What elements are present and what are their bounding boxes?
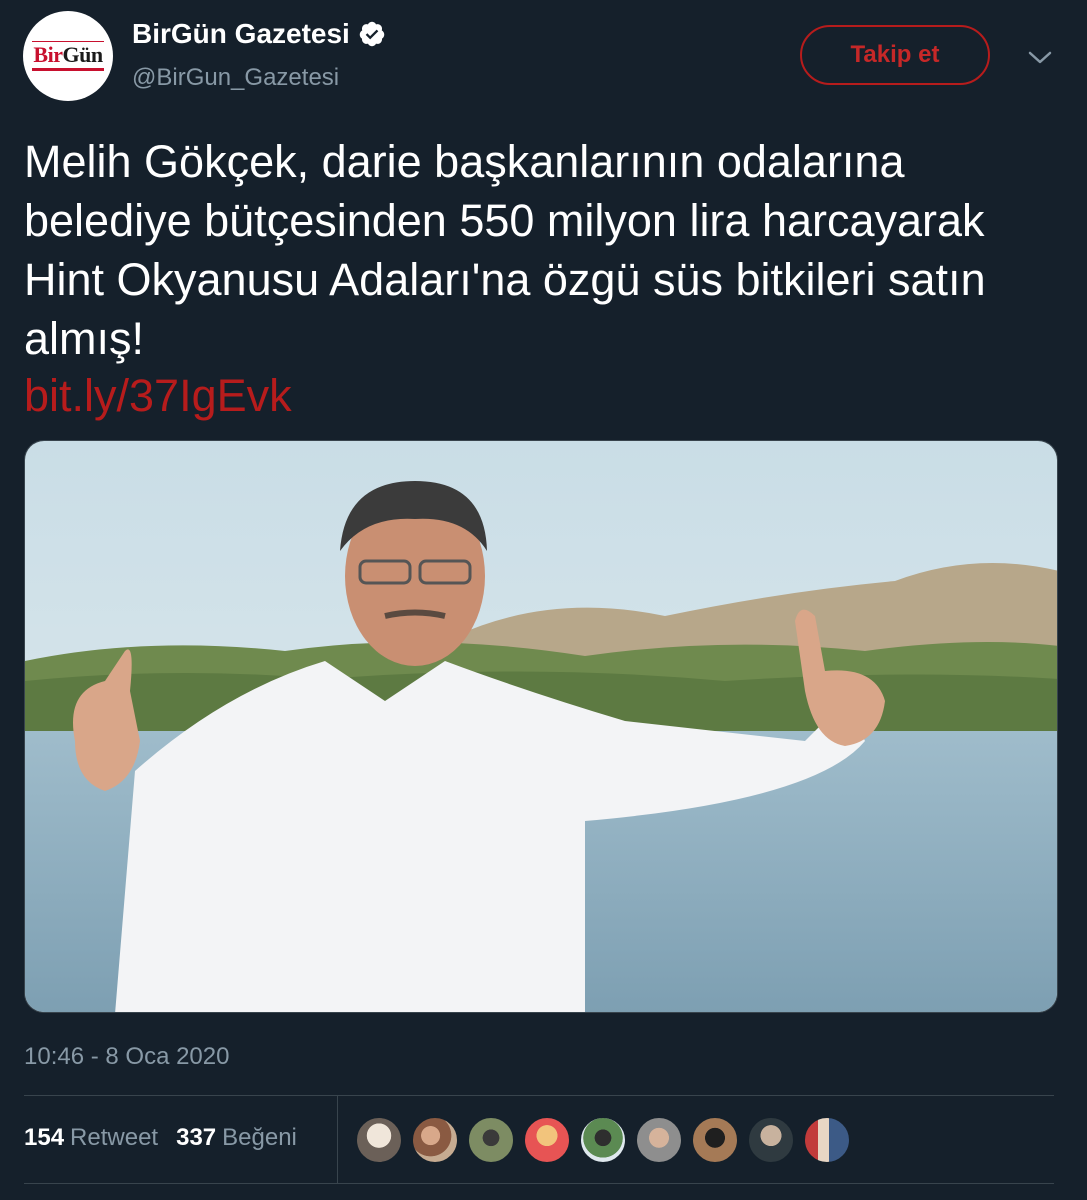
liker-avatar[interactable] — [412, 1117, 458, 1163]
birgun-logo: BirGün — [32, 41, 104, 71]
liker-avatar[interactable] — [524, 1117, 570, 1163]
like-label[interactable]: Beğeni — [222, 1124, 297, 1152]
liker-avatar[interactable] — [356, 1117, 402, 1163]
account-avatar[interactable]: BirGün — [23, 11, 113, 101]
tweet-text: Melih Gökçek, darie başkanlarının odalar… — [24, 136, 986, 364]
account-name-row[interactable]: BirGün Gazetesi — [132, 18, 386, 50]
display-name[interactable]: BirGün Gazetesi — [132, 18, 350, 50]
stats-separator — [337, 1096, 338, 1184]
retweet-count[interactable]: 154 — [24, 1124, 64, 1152]
follow-button[interactable]: Takip et — [800, 25, 990, 85]
liker-avatar[interactable] — [804, 1117, 850, 1163]
tweet-stats: 154 Retweet 337 Beğeni — [24, 1124, 297, 1152]
tweet-photo[interactable] — [24, 440, 1058, 1013]
divider-bottom — [24, 1183, 1054, 1184]
tweet-link[interactable]: bit.ly/37IgEvk — [24, 370, 292, 422]
retweet-label[interactable]: Retweet — [70, 1124, 158, 1152]
liker-avatar[interactable] — [580, 1117, 626, 1163]
liker-avatars — [356, 1117, 860, 1163]
liker-avatar[interactable] — [468, 1117, 514, 1163]
like-count[interactable]: 337 — [176, 1124, 216, 1152]
photo-thumbs-up-man — [25, 441, 1057, 1012]
liker-avatar[interactable] — [748, 1117, 794, 1163]
verified-badge-icon — [359, 21, 385, 47]
tweet-timestamp[interactable]: 10:46 - 8 Oca 2020 — [24, 1043, 229, 1071]
chevron-down-icon[interactable] — [1026, 48, 1054, 68]
liker-avatar[interactable] — [636, 1117, 682, 1163]
account-handle[interactable]: @BirGun_Gazetesi — [132, 64, 339, 92]
liker-avatar[interactable] — [692, 1117, 738, 1163]
divider-top — [24, 1095, 1054, 1096]
